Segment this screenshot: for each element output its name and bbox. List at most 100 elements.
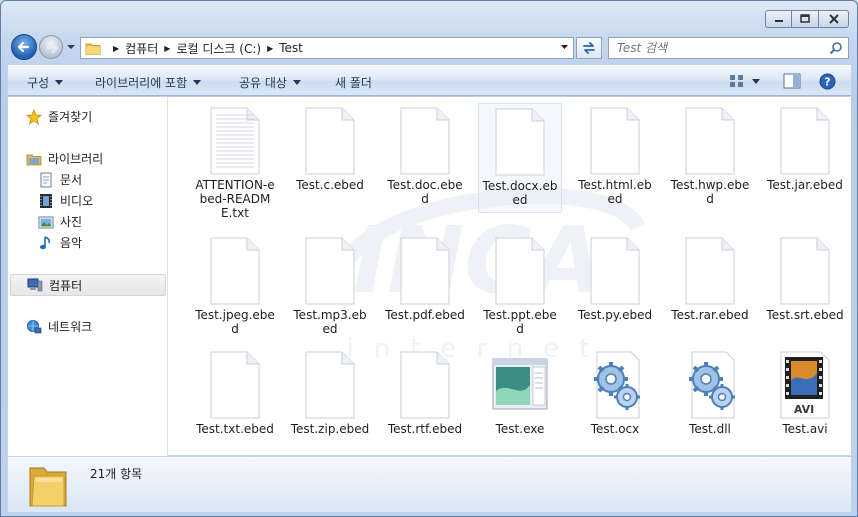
nav-computer[interactable]: 컴퓨터 [10,274,166,296]
back-button[interactable] [11,34,37,60]
gears-icon [594,351,640,419]
file-name: Test.jar.ebed [767,178,843,192]
chevron-right-icon[interactable]: ▶ [113,44,119,53]
file-item[interactable]: Test.jpeg.ebed [193,233,277,336]
nav-videos-label: 비디오 [60,194,94,208]
new-folder-button[interactable]: 새 폴더 [335,74,372,91]
breadcrumb-local-disk[interactable]: 로컬 디스크 (C:) [176,40,261,57]
search-input[interactable] [617,41,817,55]
file-item[interactable]: Test.pdf.ebed [383,233,467,322]
chevron-down-icon[interactable] [560,44,569,51]
file-item[interactable]: ATTENTION-ebed-README.txt [193,103,277,220]
file-item[interactable]: Test.ppt.ebed [478,233,562,336]
blank-file-icon [495,108,545,176]
include-in-library-menu[interactable]: 라이브러리에 포함 [95,74,202,91]
file-name: Test.ppt.ebed [483,308,557,336]
file-name: Test.srt.ebed [766,308,844,322]
arrow-left-icon [17,41,30,53]
file-item[interactable]: AVI Test.avi [763,347,847,436]
address-bar[interactable]: ▶ 컴퓨터 ▶ 로컬 디스크 (C:) ▶ Test [80,37,574,59]
file-item[interactable]: Test.txt.ebed [193,347,277,436]
search-box[interactable] [608,37,849,59]
blank-file-icon [590,107,640,175]
forward-button[interactable] [39,35,63,59]
file-name: Test.docx.ebed [482,179,558,207]
folder-icon [85,43,101,55]
chevron-down-icon [193,80,202,85]
nav-computer-label: 컴퓨터 [49,278,83,293]
chevron-right-icon[interactable]: ▶ [164,44,170,53]
nav-favorites[interactable]: 즐겨찾기 [26,108,92,125]
minimize-icon [774,20,783,22]
file-item[interactable]: Test.html.ebed [573,103,657,206]
breadcrumb-computer[interactable]: 컴퓨터 [125,40,158,57]
blank-file-icon [495,237,545,305]
chevron-down-icon [55,80,64,85]
nav-music[interactable]: 음악 [38,234,82,251]
file-item[interactable]: Test.docx.ebed [478,103,562,213]
film-icon [40,193,52,208]
minimize-button[interactable] [765,10,792,28]
preview-pane-icon[interactable] [783,73,801,89]
breadcrumb-test[interactable]: Test [279,41,303,55]
item-count: 21개 항목 [90,467,143,481]
details-pane: 21개 항목 [8,457,851,512]
nav-documents[interactable]: 문서 [38,171,82,188]
blank-file-icon [400,107,450,175]
nav-pictures[interactable]: 사진 [38,213,82,230]
file-item[interactable]: Test.mp3.ebed [288,233,372,336]
chevron-down-icon[interactable] [752,79,760,84]
video-file-icon: AVI [780,351,830,419]
picture-icon [38,216,54,228]
file-name: Test.html.ebed [578,178,652,206]
refresh-icon [583,42,595,54]
file-item[interactable]: Test.rtf.ebed [383,347,467,436]
chevron-right-icon[interactable]: ▶ [267,44,273,53]
close-icon [828,14,839,24]
share-with-menu[interactable]: 공유 대상 [239,74,301,91]
file-item[interactable]: Test.zip.ebed [288,347,372,436]
file-name: Test.rtf.ebed [387,422,463,436]
file-name: Test.ocx [590,422,640,436]
file-name: Test.avi [782,422,828,436]
file-name: Test.exe [495,422,545,436]
file-name: Test.hwp.ebed [670,178,750,206]
arrow-right-icon [46,42,59,54]
organize-menu[interactable]: 구성 [27,74,64,91]
nav-videos[interactable]: 비디오 [38,192,93,209]
include-in-library-label: 라이브러리에 포함 [95,76,188,90]
file-name: Test.c.ebed [296,178,364,192]
file-name: Test.mp3.ebed [293,308,367,336]
chevron-down-icon [292,80,301,85]
refresh-button[interactable] [576,37,602,59]
search-icon[interactable] [829,41,843,55]
recent-pages-dropdown-icon[interactable] [66,43,76,51]
file-item[interactable]: Test.exe [478,347,562,436]
caption-buttons [765,10,849,28]
blank-file-icon [780,237,830,305]
avi-label: AVI [794,403,814,416]
view-options-icon[interactable] [729,73,745,89]
blank-file-icon [210,351,260,419]
help-icon[interactable]: ? [819,73,836,90]
file-item[interactable]: Test.srt.ebed [763,233,847,322]
maximize-button[interactable] [792,10,819,28]
file-name: Test.pdf.ebed [385,308,465,322]
file-name: ATTENTION-ebed-README.txt [195,178,275,220]
file-item[interactable]: Test.hwp.ebed [668,103,752,206]
file-item[interactable]: Test.ocx [573,347,657,436]
music-note-icon [40,235,51,249]
library-icon [26,154,42,165]
file-item[interactable]: Test.dll [668,347,752,436]
file-item[interactable]: Test.doc.ebed [383,103,467,206]
file-item[interactable]: Test.jar.ebed [763,103,847,192]
file-item[interactable]: Test.py.ebed [573,233,657,322]
application-window-icon [492,358,548,410]
nav-network[interactable]: 네트워크 [26,318,92,335]
close-button[interactable] [819,10,849,28]
nav-libraries[interactable]: 라이브러리 [26,150,103,167]
file-item[interactable]: Test.rar.ebed [668,233,752,322]
nav-libraries-label: 라이브러리 [48,152,104,166]
file-item[interactable]: Test.c.ebed [288,103,372,192]
file-list: INCA internet ATTENTION-ebed-README.txt T… [168,97,851,456]
